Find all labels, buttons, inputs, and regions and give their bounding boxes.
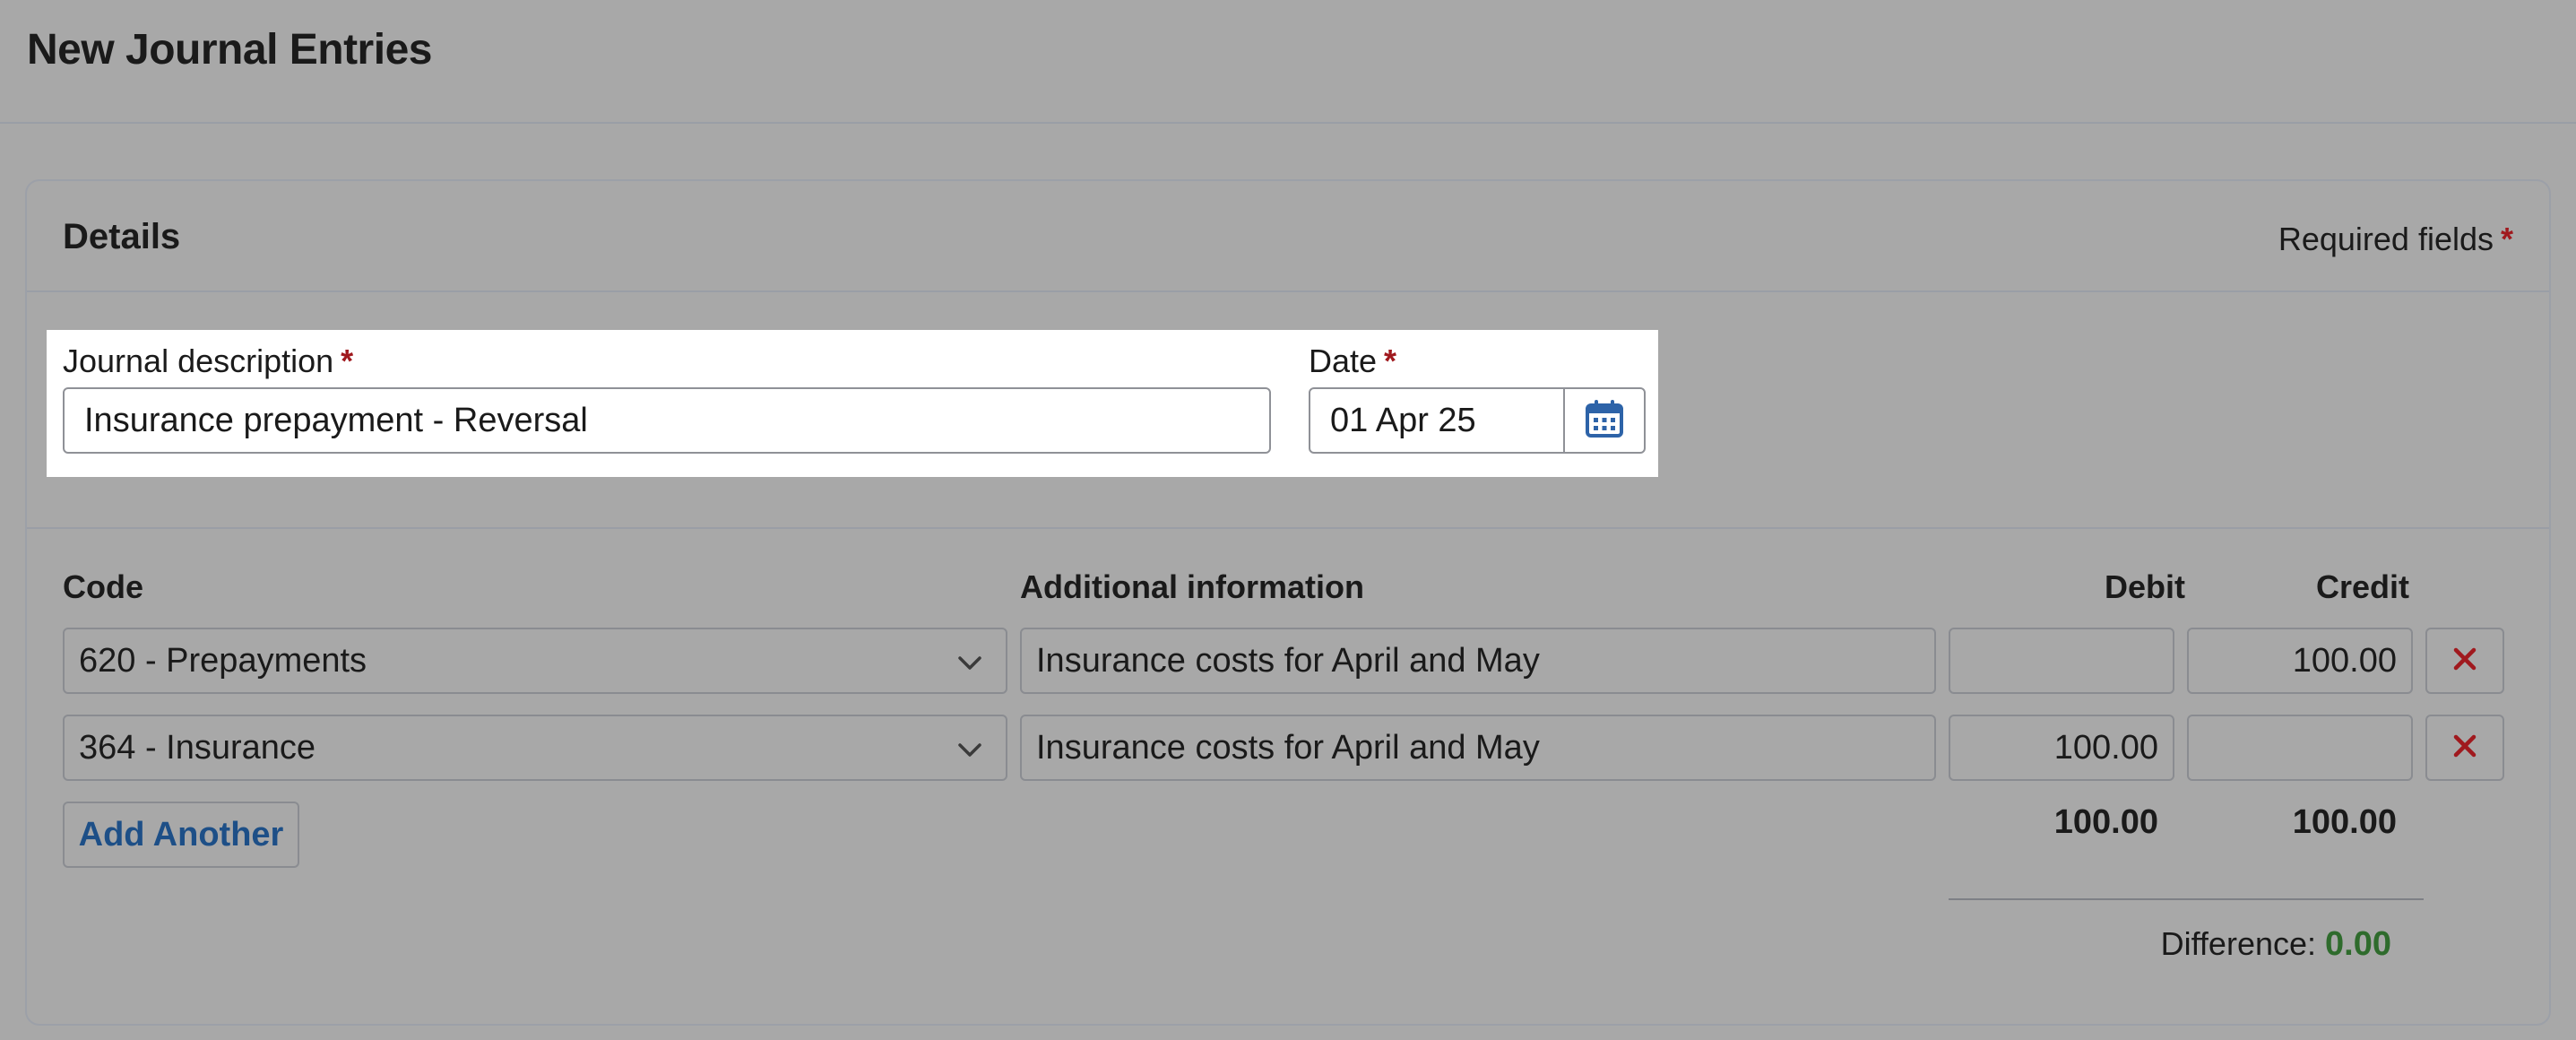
credit-header: Credit: [2315, 568, 2409, 605]
code-select-value: 364 - Insurance: [79, 728, 316, 767]
additional-info-input[interactable]: Insurance costs for April and May: [1020, 628, 1936, 694]
info-header: Additional information: [1020, 568, 1364, 605]
code-select[interactable]: 620 - Prepayments: [63, 628, 1007, 694]
delete-row-button[interactable]: [2425, 628, 2504, 694]
total-credit: 100.00: [2292, 803, 2397, 841]
credit-input[interactable]: [2187, 715, 2413, 781]
add-another-button[interactable]: Add Another: [63, 802, 299, 868]
date-field: 01 Apr 25: [1309, 387, 1646, 454]
description-label-text: Journal description: [63, 342, 334, 379]
section-divider: [27, 527, 2549, 529]
close-icon: [2451, 732, 2478, 764]
calendar-button[interactable]: [1563, 389, 1644, 452]
debit-input[interactable]: 100.00: [1949, 715, 2174, 781]
required-fields-label: Required fields: [2278, 221, 2494, 257]
required-star: *: [341, 342, 354, 379]
calendar-icon: [1584, 398, 1625, 444]
journal-description-input[interactable]: Insurance prepayment - Reversal: [63, 387, 1271, 454]
chevron-down-icon: [957, 642, 982, 680]
debit-header: Debit: [2105, 568, 2185, 605]
required-fields-note: Required fields *: [2278, 221, 2513, 258]
details-card: Details Required fields * Journal descrip…: [25, 179, 2551, 1026]
page-header: New Journal Entries: [0, 0, 2576, 124]
card-header: Details Required fields *: [27, 181, 2549, 292]
close-icon: [2451, 646, 2478, 677]
difference-value: 0.00: [2325, 925, 2391, 963]
total-debit: 100.00: [2053, 803, 2158, 841]
required-star: *: [2500, 221, 2513, 257]
difference-row: Difference: 0.00: [2161, 925, 2391, 964]
chevron-down-icon: [957, 729, 982, 767]
code-header: Code: [63, 568, 143, 605]
additional-info-input[interactable]: Insurance costs for April and May: [1020, 715, 1936, 781]
code-select[interactable]: 364 - Insurance: [63, 715, 1007, 781]
details-title: Details: [63, 217, 181, 256]
delete-row-button[interactable]: [2425, 715, 2504, 781]
page-title: New Journal Entries: [27, 26, 432, 74]
date-label-text: Date: [1309, 342, 1378, 379]
date-label: Date *: [1309, 342, 1396, 380]
required-star: *: [1384, 342, 1397, 379]
credit-input[interactable]: 100.00: [2187, 628, 2413, 694]
date-input[interactable]: 01 Apr 25: [1310, 389, 1563, 452]
code-select-value: 620 - Prepayments: [79, 641, 367, 680]
difference-label: Difference:: [2160, 925, 2317, 962]
debit-input[interactable]: [1949, 628, 2174, 694]
totals-divider: [1949, 898, 2424, 900]
description-label: Journal description *: [63, 342, 353, 380]
